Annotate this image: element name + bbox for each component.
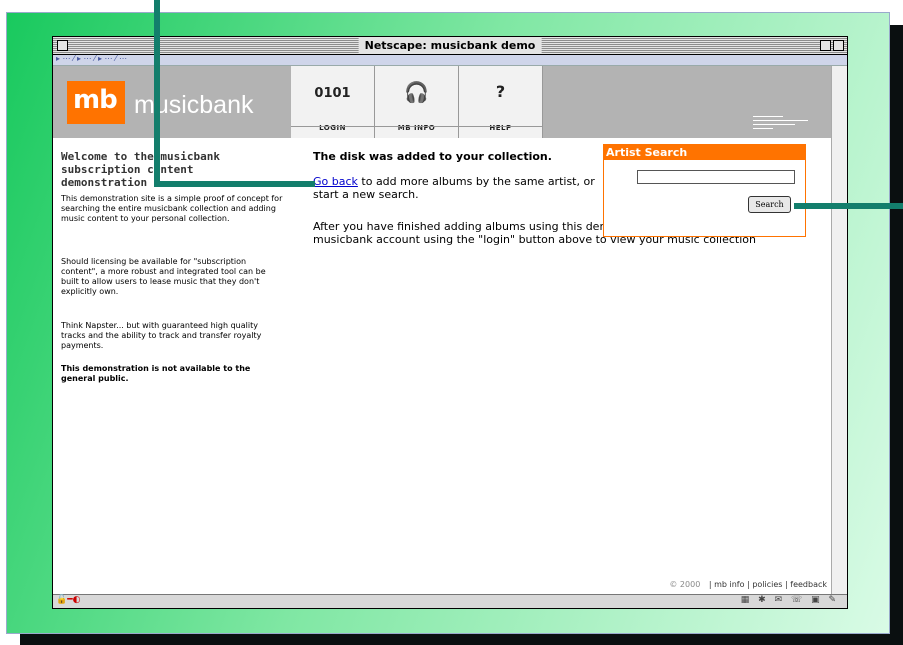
status-bar: 🔓━◐ ▦ ✱ ✉ ☏ ▣ ✎ bbox=[53, 594, 847, 608]
copyright: © 2000 bbox=[669, 580, 701, 589]
login-button[interactable]: 0101 LOGIN bbox=[291, 66, 375, 138]
callout-line bbox=[154, 181, 315, 187]
instruction-text: Go back to add more albums by the same a… bbox=[313, 175, 613, 201]
footer-separator: | bbox=[785, 580, 788, 589]
callout-line bbox=[154, 0, 160, 187]
callout-line bbox=[794, 203, 903, 209]
sidebar-notice: This demonstration is not available to t… bbox=[61, 364, 251, 383]
collapsed-toolbar-strip[interactable]: ▸ ⋯ ⁄ ▸ ⋯ ⁄ ▸ ⋯ ⁄ ⋯ bbox=[53, 54, 847, 66]
question-icon: ? bbox=[495, 82, 506, 101]
footer: © 2000 | mb info | policies | feedback bbox=[669, 580, 827, 589]
go-back-link[interactable]: Go back bbox=[313, 175, 358, 188]
sidebar-paragraph: Should licensing be available for "subsc… bbox=[61, 257, 266, 296]
zoom-box-icon[interactable] bbox=[820, 40, 831, 51]
nav-divider bbox=[291, 126, 543, 127]
footer-link-feedback[interactable]: feedback bbox=[790, 580, 827, 589]
window-title: Netscape: musicbank demo bbox=[358, 38, 542, 53]
footer-link-mb-info[interactable]: mb info bbox=[714, 580, 744, 589]
footer-link-policies[interactable]: policies bbox=[752, 580, 782, 589]
artist-search-input[interactable] bbox=[637, 170, 795, 184]
logo[interactable]: mb musicbank bbox=[53, 66, 291, 138]
search-button[interactable]: Search bbox=[748, 196, 791, 213]
help-button[interactable]: ? HELP bbox=[459, 66, 543, 138]
window-titlebar[interactable]: Netscape: musicbank demo bbox=[53, 37, 847, 55]
collapse-box-icon[interactable] bbox=[833, 40, 844, 51]
toolbar-tabs-icon[interactable]: ▸ ⋯ ⁄ ▸ ⋯ ⁄ ▸ ⋯ ⁄ ⋯ bbox=[56, 54, 127, 64]
headphones-icon: 🎧 bbox=[404, 80, 429, 104]
vertical-scrollbar[interactable] bbox=[831, 66, 847, 596]
sidebar-paragraph: Think Napster... but with guaranteed hig… bbox=[61, 321, 262, 350]
confirmation-heading: The disk was added to your collection. bbox=[313, 150, 552, 163]
footer-separator: | bbox=[708, 580, 712, 589]
artist-search-title: Artist Search bbox=[604, 145, 805, 160]
logo-name: musicbank bbox=[134, 91, 254, 119]
page-content: mb musicbank 0101 LOGIN 🎧 MB INFO ? HELP bbox=[53, 66, 833, 596]
lock-icon[interactable]: 🔓━◐ bbox=[56, 595, 80, 605]
nav-panel: 0101 LOGIN 🎧 MB INFO ? HELP bbox=[291, 66, 543, 138]
status-icons[interactable]: ▦ ✱ ✉ ☏ ▣ ✎ bbox=[741, 595, 839, 605]
sidebar: Welcome to the musicbank subscription co… bbox=[53, 138, 285, 596]
binary-icon: 0101 bbox=[314, 86, 351, 101]
header-decoration bbox=[753, 114, 813, 132]
close-box-icon[interactable] bbox=[57, 40, 68, 51]
sidebar-paragraph: This demonstration site is a simple proo… bbox=[61, 194, 283, 223]
artist-search-panel: Artist Search Search bbox=[603, 144, 806, 237]
browser-window: Netscape: musicbank demo ▸ ⋯ ⁄ ▸ ⋯ ⁄ ▸ ⋯… bbox=[52, 36, 848, 609]
logo-mb: mb bbox=[73, 85, 118, 115]
footer-separator: | bbox=[747, 580, 750, 589]
mb-info-button[interactable]: 🎧 MB INFO bbox=[375, 66, 459, 138]
